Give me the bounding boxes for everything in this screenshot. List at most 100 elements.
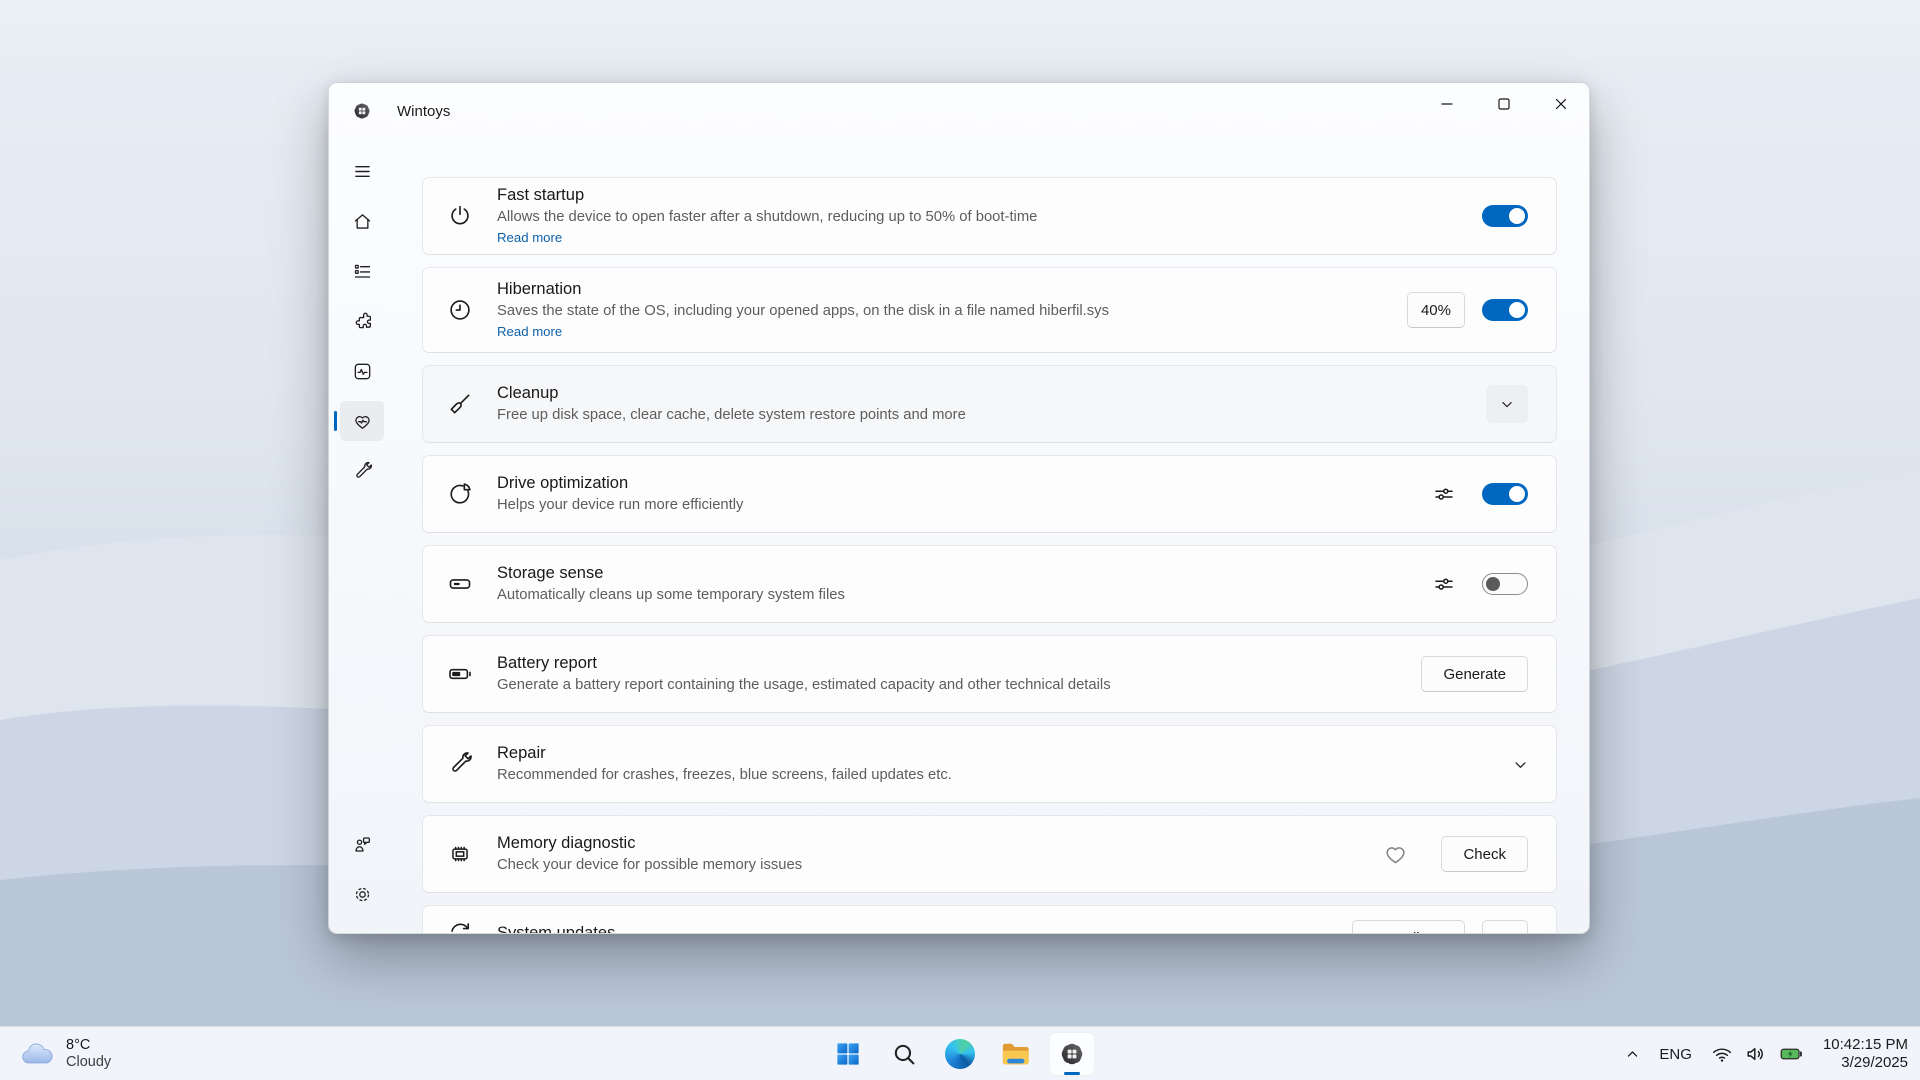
setting-description: Check your device for possible memory is… [497,856,802,875]
broom-icon [447,391,473,417]
setting-row-drive-optimization: Drive optimization Helps your device run… [422,455,1557,533]
window-title: Wintoys [397,103,450,120]
wintoys-window: Wintoys [328,82,1590,934]
drive-optimization-options-button[interactable] [1432,482,1456,506]
dropdown-value: Manually [1367,930,1427,934]
weather-temp: 8°C [66,1037,111,1054]
drive-optimization-toggle[interactable] [1482,483,1528,505]
setting-row-hibernation: Hibernation Saves the state of the OS, i… [422,267,1557,353]
setting-title: Storage sense [497,563,845,584]
services-icon [352,311,373,332]
setting-row-memory-diagnostic: Memory diagnostic Check your device for … [422,815,1557,893]
tray-date: 3/29/2025 [1823,1054,1908,1073]
taskbar-center [825,1032,1095,1076]
sidebar-item-apps[interactable] [340,251,384,291]
wintoys-taskbar-button[interactable] [1049,1032,1095,1076]
maximize-button[interactable] [1475,83,1532,125]
sidebar-item-health[interactable] [340,401,384,441]
wifi-icon [1711,1043,1733,1065]
setting-description: Helps your device run more efficiently [497,496,743,515]
memory-chip-icon [447,841,473,867]
hibernation-size-dropdown[interactable]: 40% [1407,292,1465,328]
sliders-icon [1432,572,1456,596]
fast-startup-toggle[interactable] [1482,205,1528,227]
edge-browser-button[interactable] [937,1032,983,1076]
sidebar-bottom [336,824,384,933]
setting-row-cleanup[interactable]: Cleanup Free up disk space, clear cache,… [422,365,1557,443]
titlebar: Wintoys [329,83,1589,139]
chevron-up-icon [1625,1047,1640,1062]
setting-title: Battery report [497,653,1111,674]
sidebar-item-tweaks[interactable] [340,451,384,491]
start-icon [835,1041,861,1067]
search-icon [892,1042,917,1067]
sidebar-item-settings[interactable] [340,874,384,914]
system-updates-icon [447,920,473,933]
health-icon [352,411,373,432]
feedback-icon [352,834,373,855]
repair-expand-button[interactable] [1513,757,1528,772]
setting-description: Recommended for crashes, freezes, blue s… [497,766,952,785]
setting-description: Saves the state of the OS, including you… [497,302,1109,321]
tray-status-icons[interactable] [1711,1043,1804,1065]
chevron-down-icon [1513,757,1528,772]
window-controls [1418,83,1589,125]
weather-condition: Cloudy [66,1054,111,1071]
menu-icon [352,161,373,182]
setting-title: Hibernation [497,279,1109,300]
minimize-button[interactable] [1418,83,1475,125]
sidebar-item-home[interactable] [340,201,384,241]
setting-title: System updates [497,923,615,934]
weather-widget[interactable]: 8°C Cloudy [12,1027,119,1080]
read-more-link[interactable]: Read more [497,229,562,246]
sidebar-menu-button[interactable] [340,151,384,191]
clock-icon [447,297,473,323]
taskbar-tray: ENG 10:42:15 PM 3/29/2025 [1625,1027,1908,1080]
sidebar-item-feedback[interactable] [340,824,384,864]
tray-overflow-button[interactable] [1625,1047,1640,1062]
setting-row-fast-startup: Fast startup Allows the device to open f… [422,177,1557,255]
sidebar-item-services[interactable] [340,301,384,341]
system-updates-mode-dropdown[interactable]: Manually [1352,920,1465,933]
storage-sense-toggle[interactable] [1482,573,1528,595]
storage-sense-options-button[interactable] [1432,572,1456,596]
sliders-icon [1432,482,1456,506]
close-icon [1553,96,1569,112]
setting-row-storage-sense: Storage sense Automatically cleans up so… [422,545,1557,623]
setting-title: Fast startup [497,185,1037,206]
battery-icon [447,661,473,687]
setting-row-repair[interactable]: Repair Recommended for crashes, freezes,… [422,725,1557,803]
tray-time: 10:42:15 PM [1823,1036,1908,1055]
language-indicator[interactable]: ENG [1659,1046,1692,1063]
tweaks-wrench-icon [352,461,373,482]
home-icon [352,211,373,232]
check-button[interactable]: Check [1441,836,1528,872]
read-more-link[interactable]: Read more [497,323,562,340]
file-explorer-icon [1001,1042,1031,1067]
search-button[interactable] [881,1032,927,1076]
storage-drive-icon [447,571,473,597]
sidebar-item-performance[interactable] [340,351,384,391]
volume-icon [1745,1043,1767,1065]
battery-charging-icon [1779,1043,1804,1065]
power-icon [447,203,473,229]
clock[interactable]: 10:42:15 PM 3/29/2025 [1823,1036,1908,1073]
close-button[interactable] [1532,83,1589,125]
setting-title: Cleanup [497,383,966,404]
setting-title: Memory diagnostic [497,833,802,854]
setting-row-battery-report: Battery report Generate a battery report… [422,635,1557,713]
apps-icon [352,261,373,282]
start-button[interactable] [825,1032,871,1076]
performance-icon [352,361,373,382]
setting-description: Automatically cleans up some temporary s… [497,586,845,605]
setting-row-system-updates: System updates Manually [422,905,1557,933]
hibernation-toggle[interactable] [1482,299,1528,321]
cleanup-expand-button[interactable] [1486,385,1528,423]
system-updates-reset-button[interactable] [1482,920,1528,933]
file-explorer-button[interactable] [993,1032,1039,1076]
generate-button[interactable]: Generate [1421,656,1528,692]
health-settings-list: Fast startup Allows the device to open f… [391,139,1589,933]
favorite-heart-icon[interactable] [1383,842,1408,867]
setting-description: Allows the device to open faster after a… [497,208,1037,227]
setting-title: Repair [497,743,952,764]
